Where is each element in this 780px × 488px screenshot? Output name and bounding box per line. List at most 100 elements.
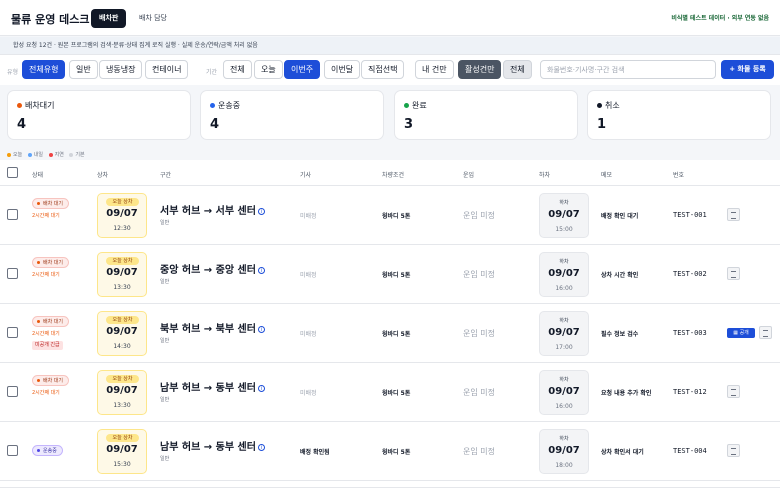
driver: 배정 확인됨 — [300, 449, 330, 456]
route[interactable]: 중앙 허브 → 중앙 센터 i — [160, 261, 265, 276]
color-legend: 오늘 내일 지연 기본 — [7, 151, 89, 158]
fare: 운임 미정 — [463, 447, 495, 456]
tab-dispatch-board[interactable]: 배차판 — [91, 9, 127, 28]
document-icon[interactable] — [759, 326, 772, 339]
table-row[interactable]: 배차 대기 2시간째 대기 오늘 상차 09/07 13:30 중앙 허브 → … — [0, 245, 780, 304]
add-cargo-button[interactable]: + 화물 등록 — [721, 60, 774, 79]
column-header-pickup[interactable]: 상차 — [97, 170, 108, 179]
type-filter-general[interactable]: 일반 — [69, 60, 98, 79]
row-checkbox[interactable] — [7, 209, 18, 220]
status-badge: 배차 대기 — [32, 375, 69, 386]
dropoff-date: 09/07 — [548, 209, 580, 220]
dropoff-schedule: 하차 09/07 15:00 — [539, 193, 589, 238]
column-header-number[interactable]: 번호 — [673, 170, 684, 179]
fare: 운임 미정 — [463, 388, 495, 397]
info-icon[interactable]: i — [257, 207, 265, 215]
type-filter-all[interactable]: 전체유형 — [22, 60, 66, 79]
table-row[interactable]: 배차 대기 2시간째 대기 오늘 상차 09/07 13:30 남부 허브 → … — [0, 363, 780, 422]
table-row[interactable]: 배차 대기 2시간째 대기 오늘 상차 09/07 12:30 서부 허브 → … — [0, 186, 780, 245]
legend-item-today: 오늘 — [7, 152, 22, 158]
pickup-tag: 오늘 상차 — [106, 375, 139, 383]
route-type: 일반 — [160, 338, 170, 344]
driver: 미배정 — [300, 213, 317, 220]
document-icon[interactable] — [727, 267, 740, 280]
memo: 상차 확인서 대기 — [601, 449, 644, 456]
period-filter-custom[interactable]: 직접선택 — [361, 60, 405, 79]
info-icon[interactable]: i — [257, 443, 265, 451]
status-dot-icon — [210, 103, 215, 108]
pickup-schedule: 오늘 상차 09/07 14:30 — [97, 311, 147, 356]
row-checkbox[interactable] — [7, 268, 18, 279]
pickup-date: 09/07 — [106, 385, 138, 396]
vehicle-condition: 윙바디 5톤 — [382, 331, 411, 338]
dropoff-schedule: 하차 09/07 16:00 — [539, 370, 589, 415]
dropoff-date: 09/07 — [548, 268, 580, 279]
type-filter-container[interactable]: 컨테이너 — [145, 60, 189, 79]
dropoff-tag: 하차 — [559, 259, 569, 265]
status-badge: 배차 대기 — [32, 198, 69, 209]
route[interactable]: 남부 허브 → 동부 센터 i — [160, 379, 265, 394]
waiting-duration: 2시간째 대기 — [32, 213, 60, 219]
cargo-number: TEST-002 — [673, 270, 707, 278]
pickup-time: 13:30 — [113, 284, 131, 291]
info-icon[interactable]: i — [257, 266, 265, 274]
period-filter-this-week[interactable]: 이번주 — [284, 60, 321, 79]
dropoff-tag: 하차 — [559, 200, 569, 206]
scope-filter-active[interactable]: 활성건만 — [458, 60, 502, 79]
table-row[interactable]: 배차 대기 2시간째 대기 미공개 긴급 오늘 상차 09/07 14:30 북… — [0, 304, 780, 363]
route-type: 일반 — [160, 220, 170, 226]
status-dot-icon — [37, 320, 40, 323]
search-input[interactable] — [540, 60, 716, 79]
summary-card-completed[interactable]: 완료 3 — [394, 90, 578, 140]
column-header-dropoff[interactable]: 하차 — [539, 170, 550, 179]
period-filter-all[interactable]: 전체 — [223, 60, 252, 79]
info-icon[interactable]: i — [257, 384, 265, 392]
row-checkbox[interactable] — [7, 445, 18, 456]
dropoff-time: 16:00 — [555, 403, 573, 410]
route[interactable]: 서부 허브 → 서부 센터 i — [160, 202, 265, 217]
summary-card-waiting[interactable]: 배차대기 4 — [7, 90, 191, 140]
tab-dispatch-manager[interactable]: 배차 담당 — [131, 9, 175, 28]
app-title: 물류 운영 데스크 — [11, 13, 90, 26]
pickup-time: 13:30 — [113, 402, 131, 409]
fare: 운임 미정 — [463, 211, 495, 220]
summary-card-in-transit[interactable]: 운송중 4 — [200, 90, 384, 140]
test-data-notice: 비식별 테스트 데이터 · 외부 연동 없음 — [671, 15, 769, 22]
document-icon[interactable] — [727, 208, 740, 221]
pickup-schedule: 오늘 상차 09/07 12:30 — [97, 193, 147, 238]
column-header-fare[interactable]: 운임 — [463, 170, 474, 179]
table-row[interactable]: 운송중 오늘 상차 09/07 15:30 남부 허브 → 동부 센터 i 일반 … — [0, 422, 780, 481]
period-filter-this-month[interactable]: 이번달 — [324, 60, 361, 79]
driver: 미배정 — [300, 390, 317, 397]
share-button[interactable]: ▦ 공개 — [727, 328, 755, 338]
row-checkbox[interactable] — [7, 386, 18, 397]
column-header-memo[interactable]: 메모 — [601, 170, 612, 179]
route[interactable]: 북부 허브 → 북부 센터 i — [160, 320, 265, 335]
summary-label: 완료 — [412, 101, 427, 110]
dropoff-schedule: 하차 09/07 18:00 — [539, 429, 589, 474]
column-header-route[interactable]: 구간 — [160, 170, 171, 179]
row-checkbox[interactable] — [7, 327, 18, 338]
column-header-status[interactable]: 상태 — [32, 170, 43, 179]
route[interactable]: 남부 허브 → 동부 센터 i — [160, 438, 265, 453]
table-row[interactable] — [0, 481, 780, 488]
summary-label: 운송중 — [218, 101, 241, 110]
filter-bar: 유형 전체유형 일반 냉동냉장 컨테이너 기간 전체 오늘 이번주 이번달 직접… — [0, 55, 780, 85]
column-header-vehicle[interactable]: 차량조건 — [382, 170, 404, 179]
summary-card-cancelled[interactable]: 취소 1 — [587, 90, 771, 140]
period-filter-label: 기간 — [206, 69, 218, 76]
column-header-driver[interactable]: 기사 — [300, 170, 311, 179]
select-all-checkbox[interactable] — [7, 167, 18, 178]
document-icon[interactable] — [727, 385, 740, 398]
type-filter-refrigerated[interactable]: 냉동냉장 — [99, 60, 143, 79]
scope-filter-all[interactable]: 전체 — [503, 60, 532, 79]
document-icon[interactable] — [727, 444, 740, 457]
period-filter-today[interactable]: 오늘 — [254, 60, 283, 79]
vehicle-condition: 윙바디 5톤 — [382, 390, 411, 397]
info-icon[interactable]: i — [257, 325, 265, 333]
info-banner: 합성 요청 12건 · 원본 프로그램의 검색·분류·상태 집계 로직 실행 ·… — [0, 37, 780, 55]
status-badge: 배차 대기 — [32, 257, 69, 268]
pickup-tag: 오늘 상차 — [106, 316, 139, 324]
scope-filter-mine[interactable]: 내 건만 — [415, 60, 454, 79]
cargo-number: TEST-001 — [673, 211, 707, 219]
